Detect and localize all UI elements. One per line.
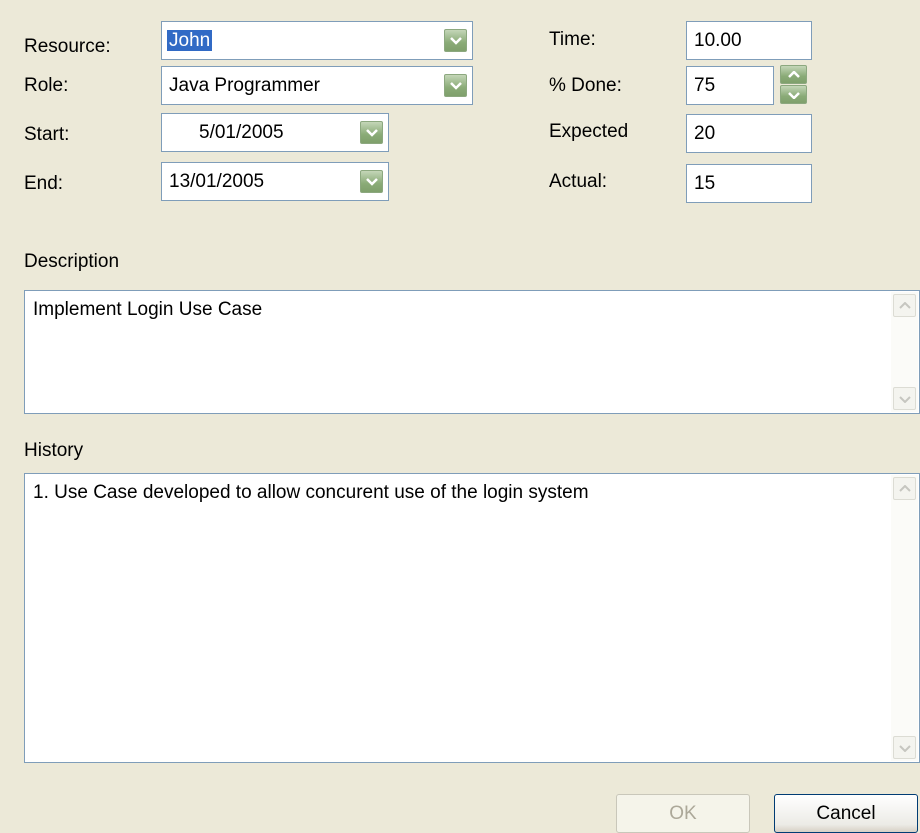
resource-label: Resource: bbox=[24, 36, 111, 57]
expected-label: Expected bbox=[549, 121, 629, 142]
role-value: Java Programmer bbox=[169, 75, 320, 96]
expected-input[interactable]: 20 bbox=[686, 114, 812, 153]
actual-input[interactable]: 15 bbox=[686, 164, 812, 203]
scroll-down-button[interactable] bbox=[893, 736, 916, 759]
chevron-up-icon bbox=[788, 71, 800, 78]
history-value: 1. Use Case developed to allow concurent… bbox=[33, 482, 589, 503]
expected-value: 20 bbox=[694, 123, 716, 144]
percent-done-value: 75 bbox=[694, 75, 716, 96]
start-value: 5/01/2005 bbox=[199, 122, 284, 143]
chevron-down-icon bbox=[788, 92, 800, 99]
time-input[interactable]: 10.00 bbox=[686, 21, 812, 60]
spin-up-button[interactable] bbox=[780, 65, 807, 84]
chevron-down-icon bbox=[366, 129, 378, 137]
scroll-up-button[interactable] bbox=[893, 294, 916, 317]
end-value: 13/01/2005 bbox=[169, 171, 265, 192]
resource-dropdown-button[interactable] bbox=[444, 29, 467, 52]
history-label: History bbox=[24, 440, 84, 461]
chevron-down-icon bbox=[450, 82, 462, 90]
scroll-up-button[interactable] bbox=[893, 477, 916, 500]
resource-value: John bbox=[167, 30, 213, 51]
time-value: 10.00 bbox=[694, 30, 742, 51]
end-label: End: bbox=[24, 173, 64, 194]
role-label: Role: bbox=[24, 75, 69, 96]
percent-done-input[interactable]: 75 bbox=[686, 66, 774, 105]
spin-down-button[interactable] bbox=[780, 85, 807, 104]
end-date-dropdown-button[interactable] bbox=[360, 170, 383, 193]
start-date-picker[interactable]: 5/01/2005 bbox=[161, 113, 389, 152]
resource-dropdown[interactable]: John bbox=[161, 21, 473, 60]
cancel-button[interactable]: Cancel bbox=[774, 794, 918, 833]
scroll-down-button[interactable] bbox=[893, 387, 916, 410]
start-date-dropdown-button[interactable] bbox=[360, 121, 383, 144]
description-textarea[interactable]: Implement Login Use Case bbox=[24, 290, 920, 414]
description-scrollbar[interactable] bbox=[891, 292, 918, 412]
chevron-up-icon bbox=[899, 485, 911, 492]
percent-done-spinner[interactable] bbox=[780, 65, 807, 104]
chevron-down-icon bbox=[366, 178, 378, 186]
description-value: Implement Login Use Case bbox=[33, 299, 263, 320]
chevron-down-icon bbox=[450, 37, 462, 45]
chevron-up-icon bbox=[899, 302, 911, 309]
time-label: Time: bbox=[549, 29, 596, 50]
ok-button[interactable]: OK bbox=[616, 794, 750, 833]
role-dropdown[interactable]: Java Programmer bbox=[161, 66, 473, 105]
start-label: Start: bbox=[24, 124, 70, 145]
history-scrollbar[interactable] bbox=[891, 475, 918, 761]
history-textarea[interactable]: 1. Use Case developed to allow concurent… bbox=[24, 473, 920, 763]
chevron-down-icon bbox=[899, 396, 911, 403]
percent-done-label: % Done: bbox=[549, 75, 622, 96]
actual-value: 15 bbox=[694, 173, 716, 194]
end-date-picker[interactable]: 13/01/2005 bbox=[161, 162, 389, 201]
chevron-down-icon bbox=[899, 745, 911, 752]
role-dropdown-button[interactable] bbox=[444, 74, 467, 97]
description-label: Description bbox=[24, 251, 120, 272]
actual-label: Actual: bbox=[549, 171, 608, 192]
